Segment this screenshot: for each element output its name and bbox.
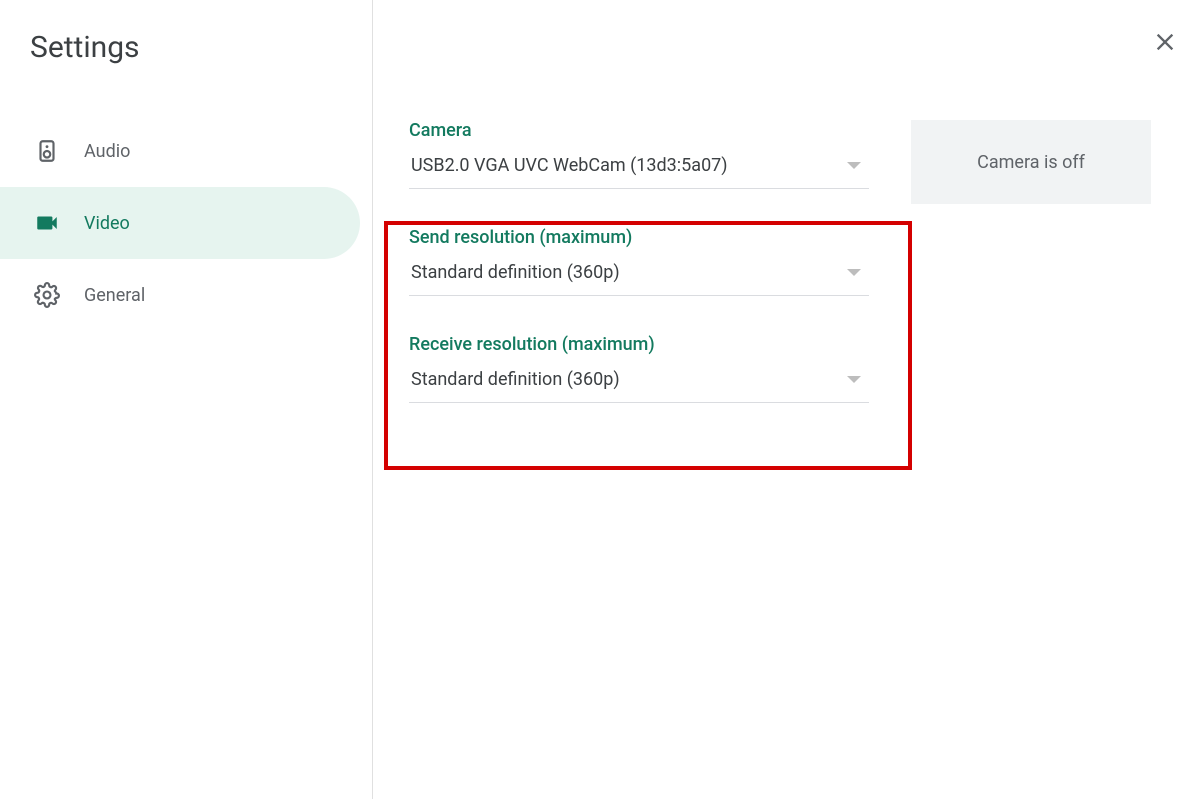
- receive-resolution-value: Standard definition (360p): [411, 369, 620, 390]
- send-resolution-label: Send resolution (maximum): [409, 227, 869, 248]
- camera-preview: Camera is off: [911, 120, 1151, 204]
- settings-dialog: Settings Audio Video: [0, 0, 1191, 799]
- speaker-icon: [34, 138, 60, 164]
- send-resolution-select[interactable]: Standard definition (360p): [409, 262, 869, 296]
- gear-icon: [34, 282, 60, 308]
- camera-row: Camera USB2.0 VGA UVC WebCam (13d3:5a07)…: [409, 120, 1151, 441]
- close-icon: [1151, 28, 1179, 60]
- chevron-down-icon: [847, 162, 861, 169]
- chevron-down-icon: [847, 269, 861, 276]
- send-resolution-value: Standard definition (360p): [411, 262, 620, 283]
- receive-resolution-select[interactable]: Standard definition (360p): [409, 369, 869, 403]
- camera-label: Camera: [409, 120, 869, 141]
- sidebar-item-label: Audio: [84, 141, 130, 162]
- camera-field: Camera USB2.0 VGA UVC WebCam (13d3:5a07): [409, 120, 869, 189]
- camera-select[interactable]: USB2.0 VGA UVC WebCam (13d3:5a07): [409, 155, 869, 189]
- settings-sidebar: Settings Audio Video: [0, 0, 373, 799]
- page-title: Settings: [30, 30, 372, 65]
- receive-resolution-label: Receive resolution (maximum): [409, 334, 869, 355]
- camera-preview-status: Camera is off: [977, 152, 1085, 173]
- videocam-icon: [34, 210, 60, 236]
- sidebar-item-video[interactable]: Video: [0, 187, 360, 259]
- camera-value: USB2.0 VGA UVC WebCam (13d3:5a07): [411, 155, 728, 176]
- sidebar-item-audio[interactable]: Audio: [0, 115, 360, 187]
- sidebar-item-general[interactable]: General: [0, 259, 360, 331]
- chevron-down-icon: [847, 376, 861, 383]
- sidebar-item-label: Video: [84, 213, 130, 234]
- receive-resolution-field: Receive resolution (maximum) Standard de…: [409, 334, 869, 403]
- send-resolution-field: Send resolution (maximum) Standard defin…: [409, 227, 869, 296]
- sidebar-item-label: General: [84, 285, 145, 306]
- close-button[interactable]: [1149, 28, 1181, 60]
- settings-content: Camera USB2.0 VGA UVC WebCam (13d3:5a07)…: [373, 0, 1191, 799]
- settings-nav: Audio Video General: [0, 115, 372, 331]
